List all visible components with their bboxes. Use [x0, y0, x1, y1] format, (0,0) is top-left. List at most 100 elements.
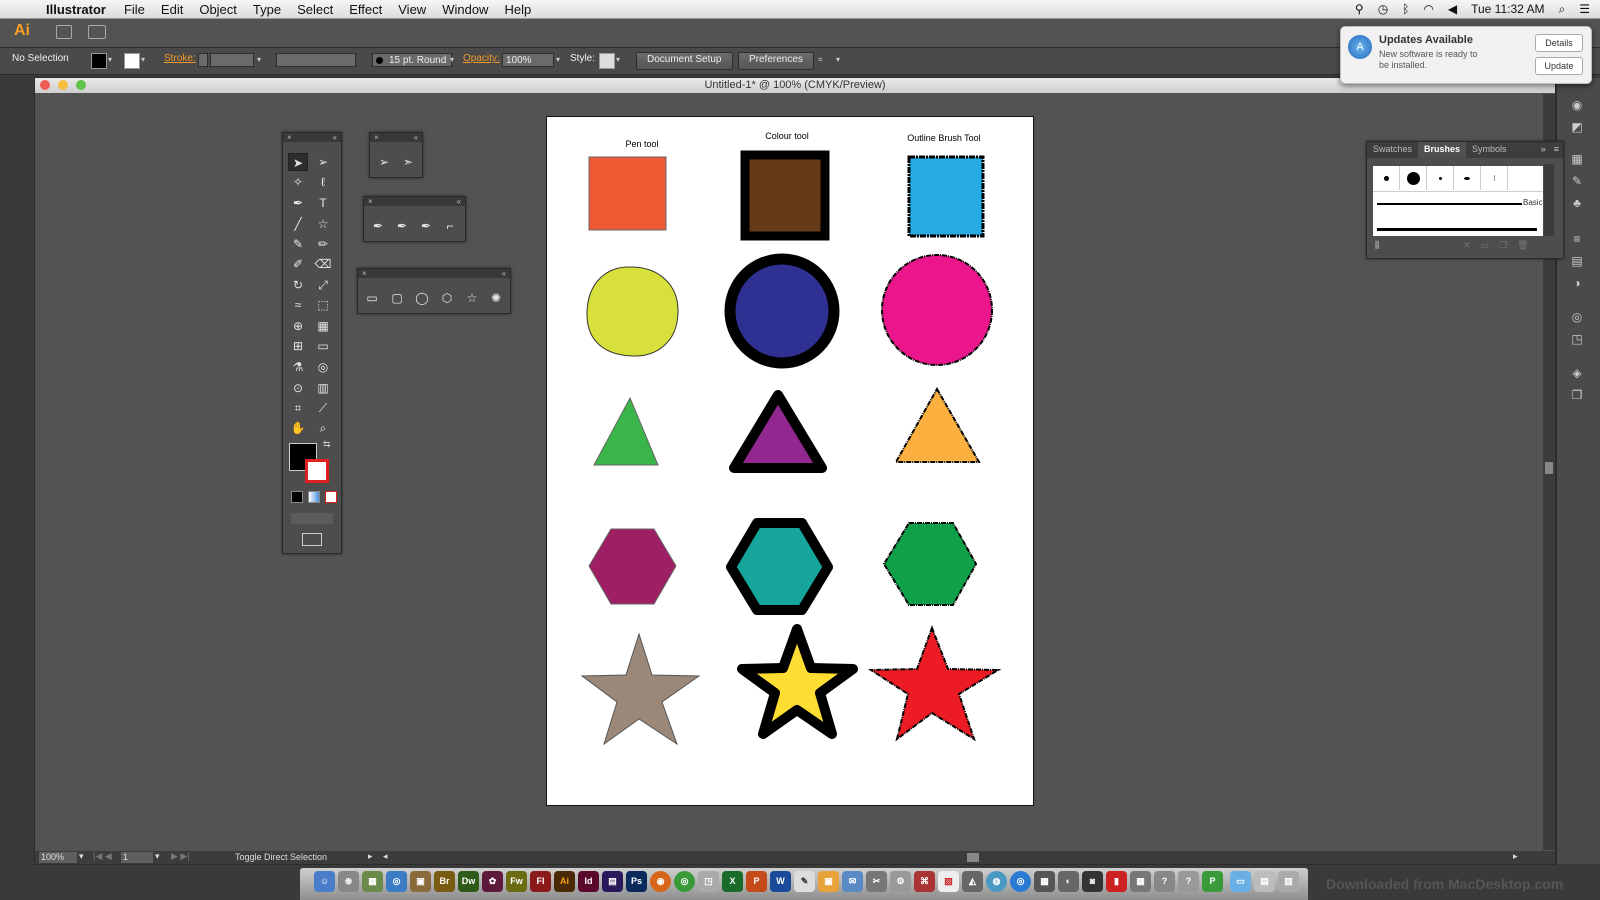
artboard-tool[interactable]: ⌗: [288, 399, 308, 417]
zoom-tool[interactable]: ⌕: [313, 419, 333, 437]
chevron-down-icon[interactable]: ▾: [141, 53, 149, 67]
app-icon[interactable]: ▮: [1106, 871, 1127, 892]
mesh-tool[interactable]: ⊞: [288, 337, 308, 355]
add-anchor-point-tool[interactable]: ✒: [392, 217, 412, 235]
bridge-app-icon[interactable]: Br: [434, 871, 455, 892]
menu-edit[interactable]: Edit: [161, 2, 183, 17]
indesign-icon[interactable]: Id: [578, 871, 599, 892]
brown-square[interactable]: [740, 150, 830, 241]
menu-select[interactable]: Select: [297, 2, 333, 17]
downloads-stack-icon[interactable]: ▥: [1278, 871, 1299, 892]
app-icon[interactable]: ◐: [1058, 871, 1079, 892]
menu-view[interactable]: View: [398, 2, 426, 17]
app-icon[interactable]: ▩: [1034, 871, 1055, 892]
fill-swatch[interactable]: [91, 53, 107, 69]
chevron-down-icon[interactable]: ▾: [836, 53, 844, 67]
stroke-weight-field[interactable]: [210, 53, 254, 67]
tab-swatches[interactable]: Swatches: [1367, 142, 1418, 158]
time-machine-icon[interactable]: ◷: [1378, 2, 1388, 16]
zoom-window-button[interactable]: [76, 80, 86, 90]
selection-tool[interactable]: ➤: [288, 153, 308, 171]
eraser-tool[interactable]: ⌫: [313, 255, 333, 273]
flyout-header[interactable]: × «: [364, 197, 465, 206]
star-tool[interactable]: ☆: [462, 289, 482, 307]
help-icon[interactable]: ?: [1178, 871, 1199, 892]
brush-libraries-menu-icon[interactable]: ⫼: [1375, 240, 1379, 251]
pdf-icon[interactable]: ▧: [938, 871, 959, 892]
blue-square[interactable]: [907, 155, 985, 238]
charcoal-brush-stroke[interactable]: [1377, 228, 1537, 231]
close-icon[interactable]: ×: [362, 269, 367, 278]
tools-panel-header[interactable]: × «: [283, 133, 341, 142]
magenta-hexagon[interactable]: [588, 528, 677, 605]
close-icon[interactable]: ×: [374, 133, 379, 142]
stroke-swatch[interactable]: [124, 53, 140, 69]
brushes-scrollbar[interactable]: [1544, 164, 1554, 236]
chevron-down-icon[interactable]: ▾: [257, 53, 265, 67]
collapse-icon[interactable]: «: [457, 197, 461, 206]
perspective-grid-tool[interactable]: ▦: [313, 317, 333, 335]
arrange-icon[interactable]: ⌗: [818, 53, 832, 67]
ellipse-tool[interactable]: ◯: [412, 289, 432, 307]
app-icon[interactable]: ✂: [866, 871, 887, 892]
preview-icon[interactable]: ◳: [698, 871, 719, 892]
brush-swatch[interactable]: [1373, 166, 1400, 190]
column-graph-tool[interactable]: ▥: [313, 379, 333, 397]
close-icon[interactable]: ×: [287, 133, 292, 142]
scroll-left-icon[interactable]: ◂: [383, 851, 388, 862]
folder-icon[interactable]: ▭: [1230, 871, 1251, 892]
finder-icon[interactable]: ☺: [314, 871, 335, 892]
update-button[interactable]: Update: [1535, 57, 1583, 75]
polygon-tool[interactable]: ⬡: [437, 289, 457, 307]
swap-colors-icon[interactable]: ⇆: [323, 439, 331, 450]
menubar-clock[interactable]: Tue 11:32 AM: [1471, 2, 1544, 16]
magic-wand-tool[interactable]: ✧: [288, 173, 308, 191]
fireworks-icon[interactable]: Fw: [506, 871, 527, 892]
flash-icon[interactable]: Fl: [530, 871, 551, 892]
expand-panel-icon[interactable]: »: [1537, 142, 1550, 158]
chrome-icon[interactable]: ◎: [674, 871, 695, 892]
symbols-icon[interactable]: ♣: [1569, 196, 1585, 210]
app-icon[interactable]: ◍: [986, 871, 1007, 892]
help-icon[interactable]: ?: [1154, 871, 1175, 892]
taupe-star[interactable]: [580, 632, 701, 746]
rectangle-tool[interactable]: ▭: [362, 289, 382, 307]
direct-selection-tool[interactable]: ➢: [313, 153, 333, 171]
premiere-icon[interactable]: ▤: [602, 871, 623, 892]
chevron-down-icon[interactable]: ▾: [450, 53, 458, 67]
powerpoint-icon[interactable]: P: [746, 871, 767, 892]
blob-brush-tool[interactable]: ✐: [288, 255, 308, 273]
menu-effect[interactable]: Effect: [349, 2, 382, 17]
rounded-rectangle-tool[interactable]: ▢: [387, 289, 407, 307]
group-selection-tool[interactable]: ➣: [398, 153, 418, 171]
symbol-sprayer-tool[interactable]: ⊙: [288, 379, 308, 397]
volume-icon[interactable]: ◀: [1448, 2, 1457, 16]
direct-selection-tool[interactable]: ➢: [374, 153, 394, 171]
chevron-down-icon[interactable]: ▾: [108, 53, 116, 67]
collapse-icon[interactable]: «: [502, 269, 506, 278]
word-icon[interactable]: W: [770, 871, 791, 892]
stroke-stepper[interactable]: [198, 53, 208, 67]
yellow-circle[interactable]: [586, 266, 679, 357]
brush-swatch[interactable]: [1481, 166, 1508, 190]
appearance-icon[interactable]: ◎: [1569, 310, 1585, 324]
textedit-icon[interactable]: ✎: [794, 871, 815, 892]
flyout-header[interactable]: × «: [370, 133, 422, 142]
gradient-mode-icon[interactable]: [308, 491, 320, 503]
chevron-down-icon[interactable]: ▾: [616, 53, 624, 67]
type-tool[interactable]: T: [313, 194, 333, 212]
color-mode-icon[interactable]: [291, 491, 303, 503]
extension-manager-icon[interactable]: ✿: [482, 871, 503, 892]
chevron-down-icon[interactable]: ▾: [556, 53, 564, 67]
zoom-level-field[interactable]: 100%: [39, 852, 77, 863]
eyedropper-tool[interactable]: ⚗: [288, 358, 308, 376]
app-icon[interactable]: ◭: [962, 871, 983, 892]
collapse-icon[interactable]: «: [333, 133, 337, 142]
scroll-right-icon[interactable]: ▸: [1513, 851, 1518, 862]
app-icon[interactable]: P: [1202, 871, 1223, 892]
photos-icon[interactable]: ▣: [410, 871, 431, 892]
first-artboard-icon[interactable]: |◀ ◀: [93, 851, 112, 862]
warp-tool[interactable]: ≈: [288, 296, 308, 314]
launchpad-icon[interactable]: ⊛: [338, 871, 359, 892]
safari-icon[interactable]: ◎: [386, 871, 407, 892]
